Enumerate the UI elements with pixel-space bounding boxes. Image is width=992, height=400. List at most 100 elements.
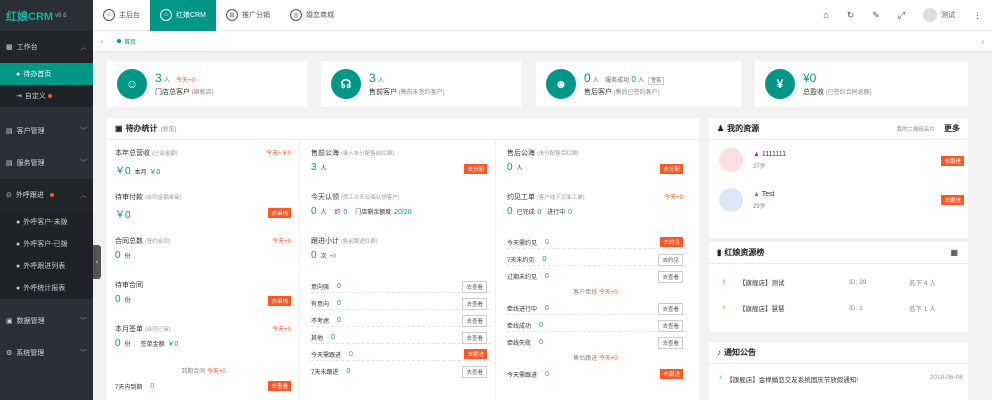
topbar: ⌂ 主后台 ⌂ 红娘CRM ⊞ 推广分销 ◎ 婚恋商城 ⌂ ↻ ✎ ⤢ 测试 ⋮: [93, 0, 992, 31]
nav-outcall[interactable]: ⊙ 外呼跟进 ︿: [0, 179, 93, 211]
divider-delta: 今天+0: [598, 356, 618, 362]
qrcode-link[interactable]: 我的二维码名片: [896, 125, 935, 133]
nav-label: 外呼客户-未拨: [23, 219, 68, 226]
view-button[interactable]: 去查看: [658, 320, 683, 332]
intent-none-row: 不考虑 0 去查看: [311, 314, 491, 327]
row-value: 0: [337, 299, 341, 307]
rank-store: 【旗舰店】慧慧: [739, 306, 785, 313]
nav-outcall-report[interactable]: ● 外呼统计报表: [0, 277, 93, 299]
stat-aftersale[interactable]: ☻ 0 人 服务成功 0 人查看 售后客户 (售后已签约客户): [536, 61, 741, 107]
refresh-icon[interactable]: ↻: [847, 10, 855, 21]
view-button[interactable]: 去查看: [462, 298, 487, 310]
expire-7d-row: 7天内到期 0 去查看: [115, 380, 295, 393]
view-button[interactable]: 去查看: [268, 381, 291, 391]
theme-icon[interactable]: ✎: [872, 10, 880, 21]
assign-button[interactable]: 去分配: [660, 164, 683, 174]
chevron-left-icon[interactable]: ‹: [93, 37, 111, 46]
qrcode-icon[interactable]: ▦: [950, 248, 958, 257]
followup-button[interactable]: 去跟进: [941, 195, 964, 205]
nav-outcall-dialed[interactable]: ● 外呼客户-已拨: [0, 233, 93, 255]
row-value: 0: [349, 350, 353, 358]
row-label: 牵线成功: [507, 323, 532, 330]
nav-label: 工作台: [16, 44, 38, 51]
contract-review-item: 待审合同 0份 去审核: [115, 280, 295, 306]
user-menu[interactable]: 测试: [923, 8, 955, 22]
view-button[interactable]: 去查看: [462, 315, 487, 327]
view-button[interactable]: 去查看: [462, 281, 487, 293]
nav-customer[interactable]: ▤ 客户管理 ﹀: [0, 115, 93, 147]
stat-number: 3: [155, 71, 162, 85]
app-logo[interactable]: 红娘CRM v6.6: [0, 0, 93, 31]
item-sub: (合同金额未审): [144, 195, 182, 201]
tab-crm[interactable]: ⌂ 红娘CRM: [150, 0, 216, 31]
tab-home[interactable]: 首页: [111, 37, 142, 46]
nav-todo-home[interactable]: ● 待办首页: [0, 63, 93, 85]
more-icon[interactable]: ⋮: [973, 10, 982, 21]
title-text: 我的资源: [727, 124, 760, 133]
view-button[interactable]: 去查看: [658, 303, 683, 315]
resource-item[interactable]: ▲ Test 29岁: [719, 188, 775, 212]
resource-item[interactable]: ▲ 1111111 27岁: [719, 148, 786, 172]
amount-label: 签单金额: [140, 342, 165, 348]
tab-mall[interactable]: ◎ 婚恋商城: [280, 0, 344, 31]
row-value: 0: [545, 273, 549, 280]
title-text: 待办统计: [125, 124, 158, 133]
view-button[interactable]: 去查看: [462, 332, 487, 344]
nav-system[interactable]: ⚙ 系统管理 ﹀: [0, 337, 93, 369]
meet-button[interactable]: 去约见: [658, 254, 683, 266]
followup-button[interactable]: 去跟进: [660, 369, 683, 379]
meeting-item: 约见工单 (客户线下见面工单) 今天+0 0 已完成 0 进行中 0: [507, 192, 687, 217]
notice-text: 【旗舰店】金榉婚恋交友系统国庆节放假通知!: [726, 377, 859, 384]
revenue-item: 本年总营收 (已会金额) 今天+￥0 ￥0 本月 ￥0: [115, 148, 295, 177]
line-success-row: 牵线成功 0 去查看: [507, 319, 687, 332]
stat-store-customers[interactable]: ☺ 3 人今天+0 门店总客户 (旗舰店): [107, 61, 307, 107]
item-label: 今天认领: [311, 194, 339, 201]
more-link[interactable]: 更多: [944, 123, 960, 134]
view-button[interactable]: 去查看: [658, 337, 683, 349]
fullscreen-icon[interactable]: ⤢: [898, 10, 905, 21]
view-button[interactable]: 查看: [648, 77, 665, 85]
view-button[interactable]: 去查看: [462, 366, 487, 378]
nav-label: 数据管理: [16, 318, 45, 325]
panel-title: ♪ 通知公告: [709, 342, 968, 364]
expire-divider: 到期合同 今天+0: [107, 366, 300, 375]
notice-item[interactable]: ♪ 【旗舰店】金榉婚恋交友系统国庆节放假通知! 2019-06-08: [719, 374, 963, 384]
meet-button[interactable]: 去约见: [660, 237, 683, 247]
tab-distribution[interactable]: ⊞ 推广分销: [216, 0, 280, 31]
nav-data[interactable]: ▣ 数据管理 ﹀: [0, 305, 93, 337]
notice-panel: ♪ 通知公告 ♪ 【旗舰店】金榉婚恋交友系统国庆节放假通知! 2019-06-08: [709, 342, 968, 400]
stat-number: 3: [369, 71, 376, 85]
nav-custom[interactable]: ⇥ 自定义: [0, 85, 93, 107]
stat-revenue[interactable]: ¥ ¥0 总盈收 (已签约合同总额): [755, 61, 968, 107]
stat-sublabel: (已签约合同总额): [825, 90, 872, 96]
review-button[interactable]: 去审核: [268, 296, 291, 306]
review-button[interactable]: 去审核: [268, 208, 291, 218]
amount-value: ￥0: [167, 341, 179, 348]
bell-icon: ♪: [717, 348, 721, 357]
chevron-right-icon[interactable]: ›: [974, 37, 992, 46]
page-tabs: ‹ 首页 ›: [93, 31, 992, 52]
followup-button[interactable]: 去跟进: [464, 349, 487, 359]
nav-workbench[interactable]: ▦ 工作台 ︿: [0, 31, 93, 63]
assign-button[interactable]: 去分配: [464, 164, 487, 174]
nav-outcall-list[interactable]: ● 外呼跟进列表: [0, 255, 93, 277]
view-button[interactable]: 去查看: [658, 271, 683, 283]
nav-service[interactable]: ▤ 服务管理 ﹀: [0, 147, 93, 179]
home-icon: ⌂: [160, 9, 172, 21]
stat-presale[interactable]: ☊ 3 人 售前客户 (售前未签约客户): [321, 61, 521, 107]
notice-date: 2019-06-08: [929, 374, 963, 381]
home-icon[interactable]: ⌂: [823, 10, 828, 20]
tab-main-backend[interactable]: ⌂ 主后台: [93, 0, 150, 31]
nav-label: 服务管理: [16, 160, 45, 167]
done-label: 已完成: [516, 210, 535, 216]
nav-outcall-undialed[interactable]: ● 外呼客户-未拨: [0, 211, 93, 233]
followup-button[interactable]: 去跟进: [941, 156, 964, 166]
rank-count: 名下 1 人: [909, 306, 936, 313]
presale-pool-item: 售前公海 (录入未分配售前红娘) 3人 去分配: [311, 148, 491, 174]
female-icon: ▲: [753, 150, 760, 158]
title-text: 红娘资源榜: [724, 248, 765, 257]
item-unit: 人: [516, 166, 523, 172]
item-unit: 人: [320, 166, 327, 172]
item-label: 本年总营收: [115, 150, 150, 157]
rank-panel: ▮ 红娘资源榜 ▦ ♁ 【旗舰店】测试 ID: 39 名下 4 人 ♁ 【旗舰店】慧慧 ID:…: [709, 242, 968, 332]
